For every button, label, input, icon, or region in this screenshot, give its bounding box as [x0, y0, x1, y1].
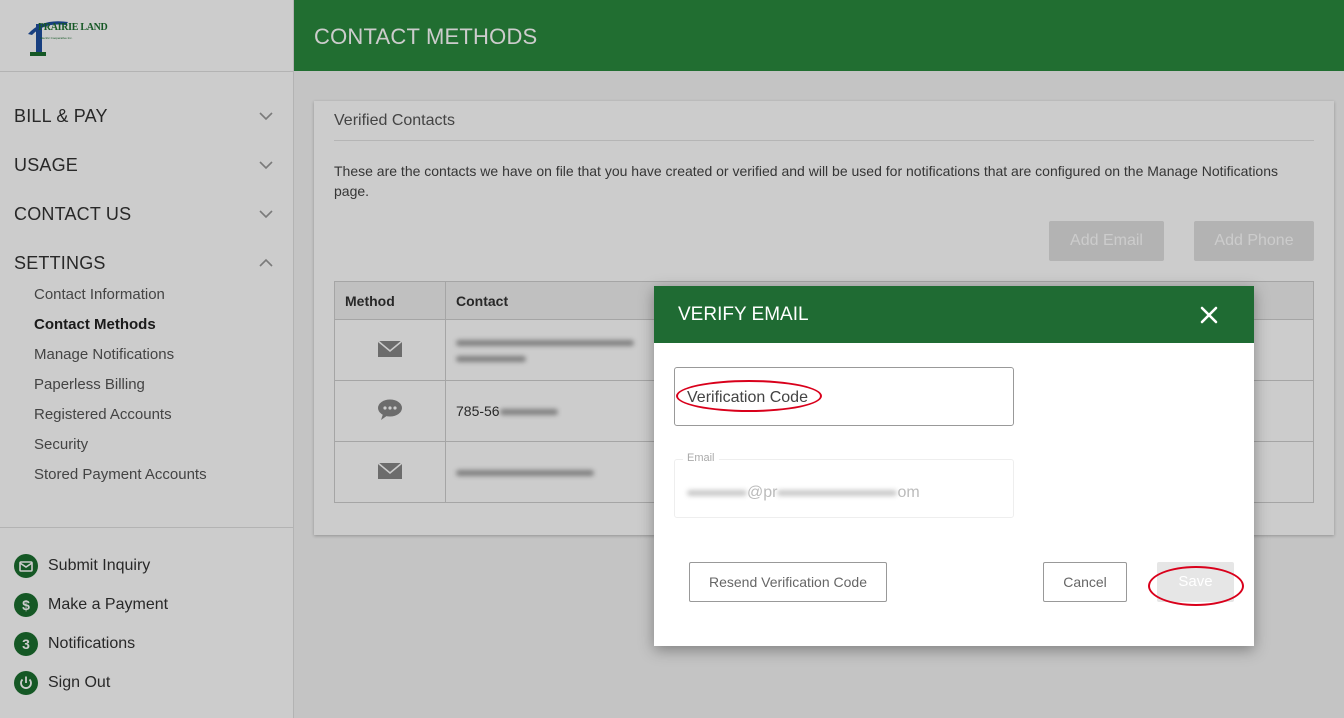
email-field: Email @pr om — [674, 452, 1014, 518]
close-icon[interactable] — [1198, 304, 1220, 326]
annotation-ring — [1148, 566, 1244, 606]
email-field-label: Email — [683, 452, 719, 464]
cancel-button[interactable]: Cancel — [1043, 562, 1127, 602]
resend-code-button[interactable]: Resend Verification Code — [689, 562, 887, 602]
redacted-email — [777, 489, 898, 496]
dialog-title: VERIFY EMAIL — [678, 304, 809, 325]
email-value-mid: @pr — [747, 484, 778, 501]
dialog-header: VERIFY EMAIL — [654, 286, 1254, 343]
redacted-email — [687, 489, 747, 496]
email-value-end: om — [897, 484, 920, 501]
email-field-value: @pr om — [687, 484, 920, 502]
annotation-ring — [676, 380, 822, 412]
verify-email-dialog: VERIFY EMAIL Verification Code Email @pr… — [654, 286, 1254, 646]
